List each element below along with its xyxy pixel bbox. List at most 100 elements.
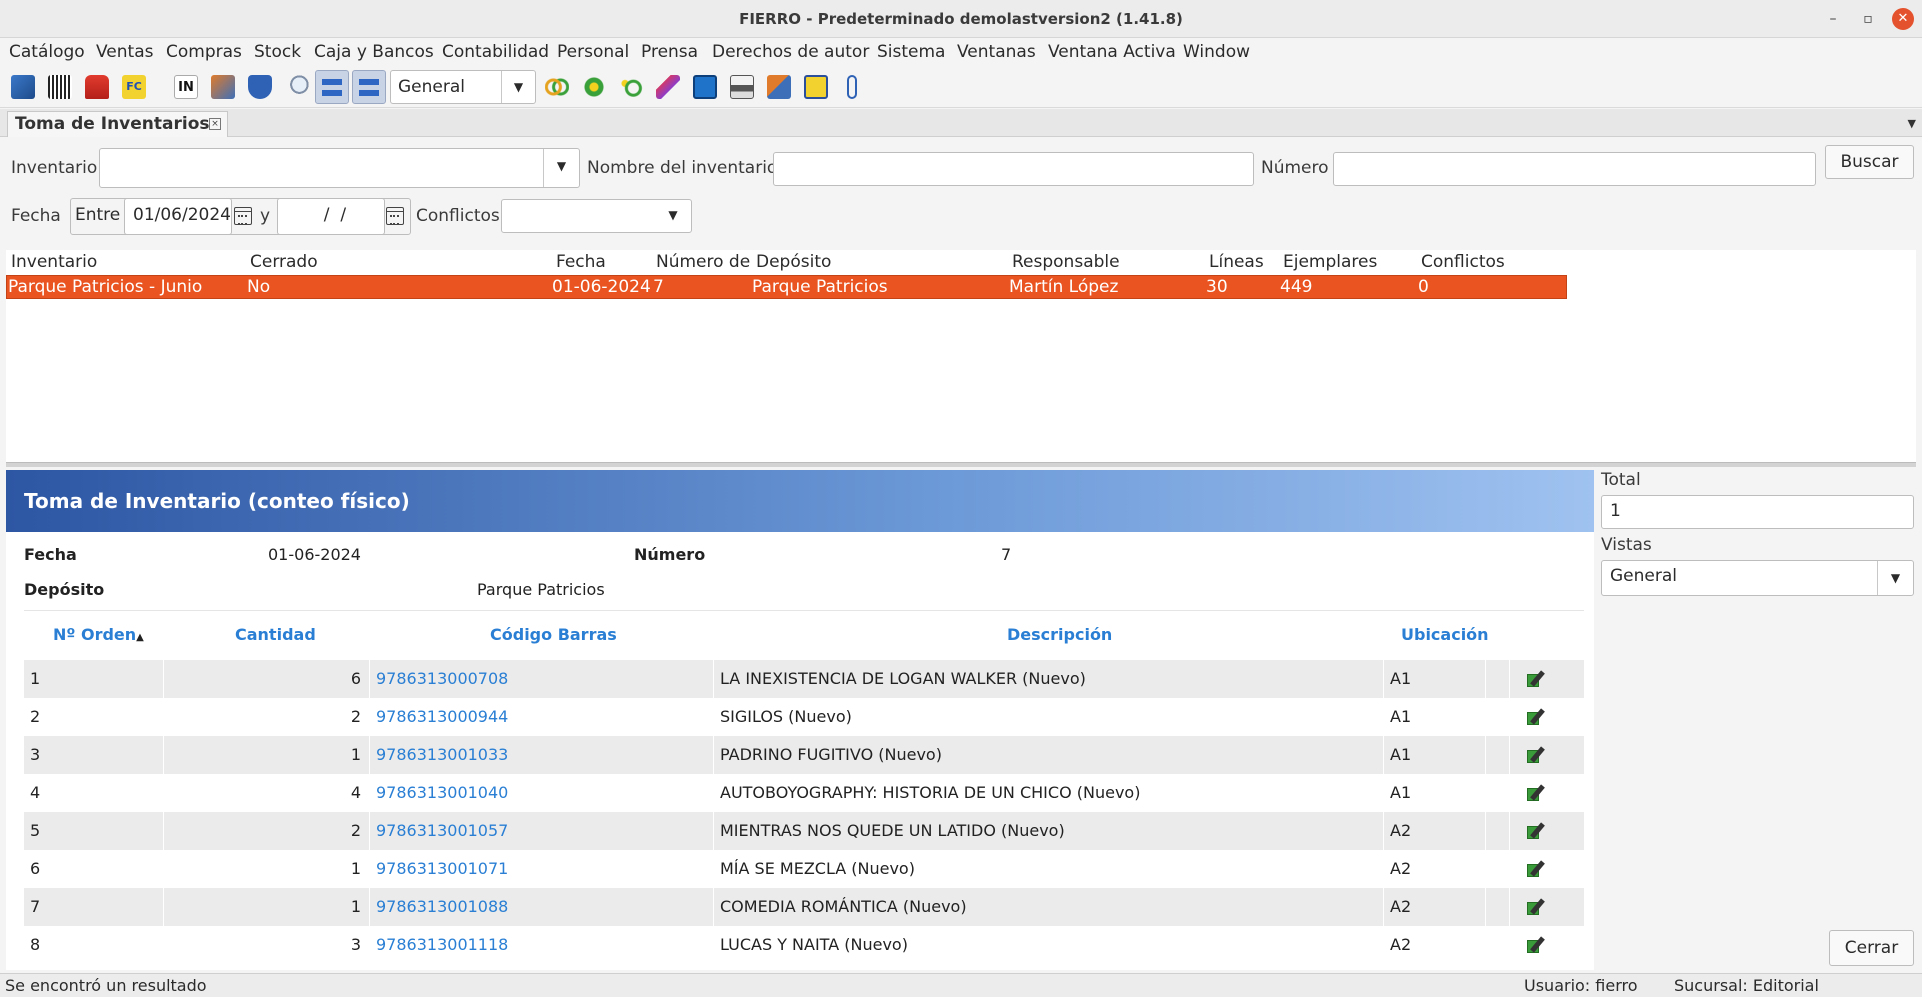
table-row[interactable]: 3 1 9786313001033 PADRINO FUGITIVO (Nuevo) A… [24, 736, 1584, 774]
chevron-down-icon[interactable]: ▼ [543, 149, 579, 187]
fecha-hasta-input[interactable]: / / [277, 198, 385, 235]
col-cantidad[interactable]: Cantidad [235, 625, 316, 644]
table-row[interactable]: 4 4 9786313001040 AUTOBOYOGRAPHY: HISTORIA … [24, 774, 1584, 812]
fecha-desde-input[interactable]: 01/06/2024 [124, 198, 232, 235]
edit-icon[interactable] [1527, 670, 1547, 688]
col-deposito[interactable]: Depósito [756, 252, 831, 272]
col-descripcion[interactable]: Descripción [1007, 625, 1112, 644]
col-conflictos[interactable]: Conflictos [1421, 252, 1505, 272]
col-responsable[interactable]: Responsable [1012, 252, 1120, 272]
menu-derechos-autor[interactable]: Derechos de autor [712, 42, 869, 62]
cell-codigo[interactable]: 9786313000708 [370, 660, 714, 698]
menu-ventana-activa[interactable]: Ventana Activa [1048, 42, 1176, 62]
menu-contabilidad[interactable]: Contabilidad [442, 42, 549, 62]
status-sucursal: Sucursal: Editorial [1674, 976, 1819, 995]
report-banner: Toma de Inventario (conteo físico) [6, 470, 1594, 532]
tab-list-chevron-icon[interactable]: ▼ [1908, 117, 1916, 130]
search-magnifier-icon[interactable] [285, 75, 309, 99]
col-ejemplares[interactable]: Ejemplares [1283, 252, 1377, 272]
invoice-fc-icon[interactable]: FC [122, 75, 146, 99]
buscar-button[interactable]: Buscar [1825, 145, 1914, 179]
table-row[interactable]: 8 3 9786313001118 LUCAS Y NAITA (Nuevo) A2 [24, 926, 1584, 964]
cerrar-button[interactable]: Cerrar [1829, 930, 1914, 966]
cell-ubicacion: A1 [1384, 774, 1486, 812]
chevron-down-icon[interactable]: ▼ [655, 200, 691, 232]
split-divider[interactable] [6, 462, 1916, 467]
edit-icon[interactable] [1527, 860, 1547, 878]
nombre-inventario-input[interactable] [773, 152, 1254, 186]
row-cerrado: No [247, 277, 271, 297]
chevron-down-icon[interactable]: ▼ [501, 71, 535, 103]
clipboard-icon[interactable] [693, 75, 717, 99]
note-icon[interactable] [804, 75, 828, 99]
numero-input[interactable] [1333, 152, 1816, 186]
cell-codigo[interactable]: 9786313000944 [370, 698, 714, 736]
table-row[interactable]: 1 6 9786313000708 LA INEXISTENCIA DE LOGAN … [24, 660, 1584, 698]
green-ring-icon[interactable] [619, 75, 643, 99]
col-inventario[interactable]: Inventario [11, 252, 97, 272]
transfer-icon[interactable] [211, 75, 235, 99]
cell-codigo[interactable]: 9786313001118 [370, 926, 714, 964]
shield-icon[interactable] [248, 75, 272, 99]
table-row[interactable]: 2 2 9786313000944 SIGILOS (Nuevo) A1 [24, 698, 1584, 736]
inventory-row-selected[interactable]: Parque Patricios - Junio No 01-06-2024 7… [6, 275, 1567, 299]
edit-icon[interactable] [1527, 822, 1547, 840]
col-codigo-barras[interactable]: Código Barras [490, 625, 617, 644]
link-rings-icon[interactable] [545, 75, 569, 99]
chevron-down-icon[interactable]: ▼ [1877, 561, 1913, 595]
edit-icon[interactable] [1527, 708, 1547, 726]
col-ubicacion[interactable]: Ubicación [1401, 625, 1489, 644]
cell-codigo[interactable]: 9786313001071 [370, 850, 714, 888]
eraser-icon[interactable] [656, 75, 680, 99]
menu-sistema[interactable]: Sistema [877, 42, 945, 62]
table-row[interactable]: 7 1 9786313001088 COMEDIA ROMÁNTICA (Nuevo)… [24, 888, 1584, 926]
conflictos-combo[interactable]: ▼ [501, 199, 692, 233]
layout-split-toggle[interactable] [352, 70, 386, 104]
cell-cantidad: 1 [164, 888, 370, 926]
truck-icon[interactable] [85, 75, 109, 99]
calendar-icon[interactable] [234, 207, 252, 225]
menu-stock[interactable]: Stock [254, 42, 301, 62]
menu-compras[interactable]: Compras [166, 42, 242, 62]
menu-ventanas[interactable]: Ventanas [957, 42, 1036, 62]
col-fecha[interactable]: Fecha [556, 252, 606, 272]
menu-catalogo[interactable]: Catálogo [9, 42, 85, 62]
paperclip-icon[interactable] [847, 75, 857, 99]
cell-codigo[interactable]: 9786313001040 [370, 774, 714, 812]
menu-prensa[interactable]: Prensa [641, 42, 698, 62]
tab-toma-inventarios[interactable]: Toma de Inventarios × [7, 111, 228, 137]
cell-codigo[interactable]: 9786313001033 [370, 736, 714, 774]
house-transfer-icon[interactable] [767, 75, 791, 99]
inventory-in-icon[interactable]: IN [174, 75, 198, 99]
printer-icon[interactable] [730, 75, 754, 99]
menu-window[interactable]: Window [1183, 42, 1250, 62]
col-numero[interactable]: Número de [656, 252, 750, 272]
view-select[interactable]: General ▼ [390, 70, 536, 104]
close-window-button[interactable]: ✕ [1892, 8, 1914, 30]
menu-caja-bancos[interactable]: Caja y Bancos [314, 42, 434, 62]
layout-top-toggle[interactable] [315, 70, 349, 104]
close-tab-icon[interactable]: × [209, 118, 221, 130]
col-lineas[interactable]: Líneas [1209, 252, 1264, 272]
catalog-book-icon[interactable] [11, 75, 35, 99]
table-row[interactable]: 5 2 9786313001057 MIENTRAS NOS QUEDE UN LAT… [24, 812, 1584, 850]
menu-personal[interactable]: Personal [557, 42, 629, 62]
edit-icon[interactable] [1527, 746, 1547, 764]
edit-icon[interactable] [1527, 936, 1547, 954]
cell-codigo[interactable]: 9786313001057 [370, 812, 714, 850]
minimize-button[interactable]: – [1822, 8, 1844, 30]
green-circle-icon[interactable] [582, 75, 606, 99]
cell-codigo[interactable]: 9786313001088 [370, 888, 714, 926]
vistas-select[interactable]: General ▼ [1601, 560, 1914, 596]
barcode-icon[interactable] [48, 75, 72, 99]
col-nro-orden[interactable]: Nº Orden▲ [53, 625, 144, 644]
edit-icon[interactable] [1527, 784, 1547, 802]
table-row[interactable]: 6 1 9786313001071 MÍA SE MEZCLA (Nuevo) A2 [24, 850, 1584, 888]
maximize-button[interactable]: ▫ [1857, 8, 1879, 30]
cell-descripcion: PADRINO FUGITIVO (Nuevo) [714, 736, 1384, 774]
col-cerrado[interactable]: Cerrado [250, 252, 318, 272]
inventario-combo[interactable]: ▼ [99, 148, 580, 188]
menu-ventas[interactable]: Ventas [96, 42, 153, 62]
edit-icon[interactable] [1527, 898, 1547, 916]
calendar-icon[interactable] [386, 207, 404, 225]
